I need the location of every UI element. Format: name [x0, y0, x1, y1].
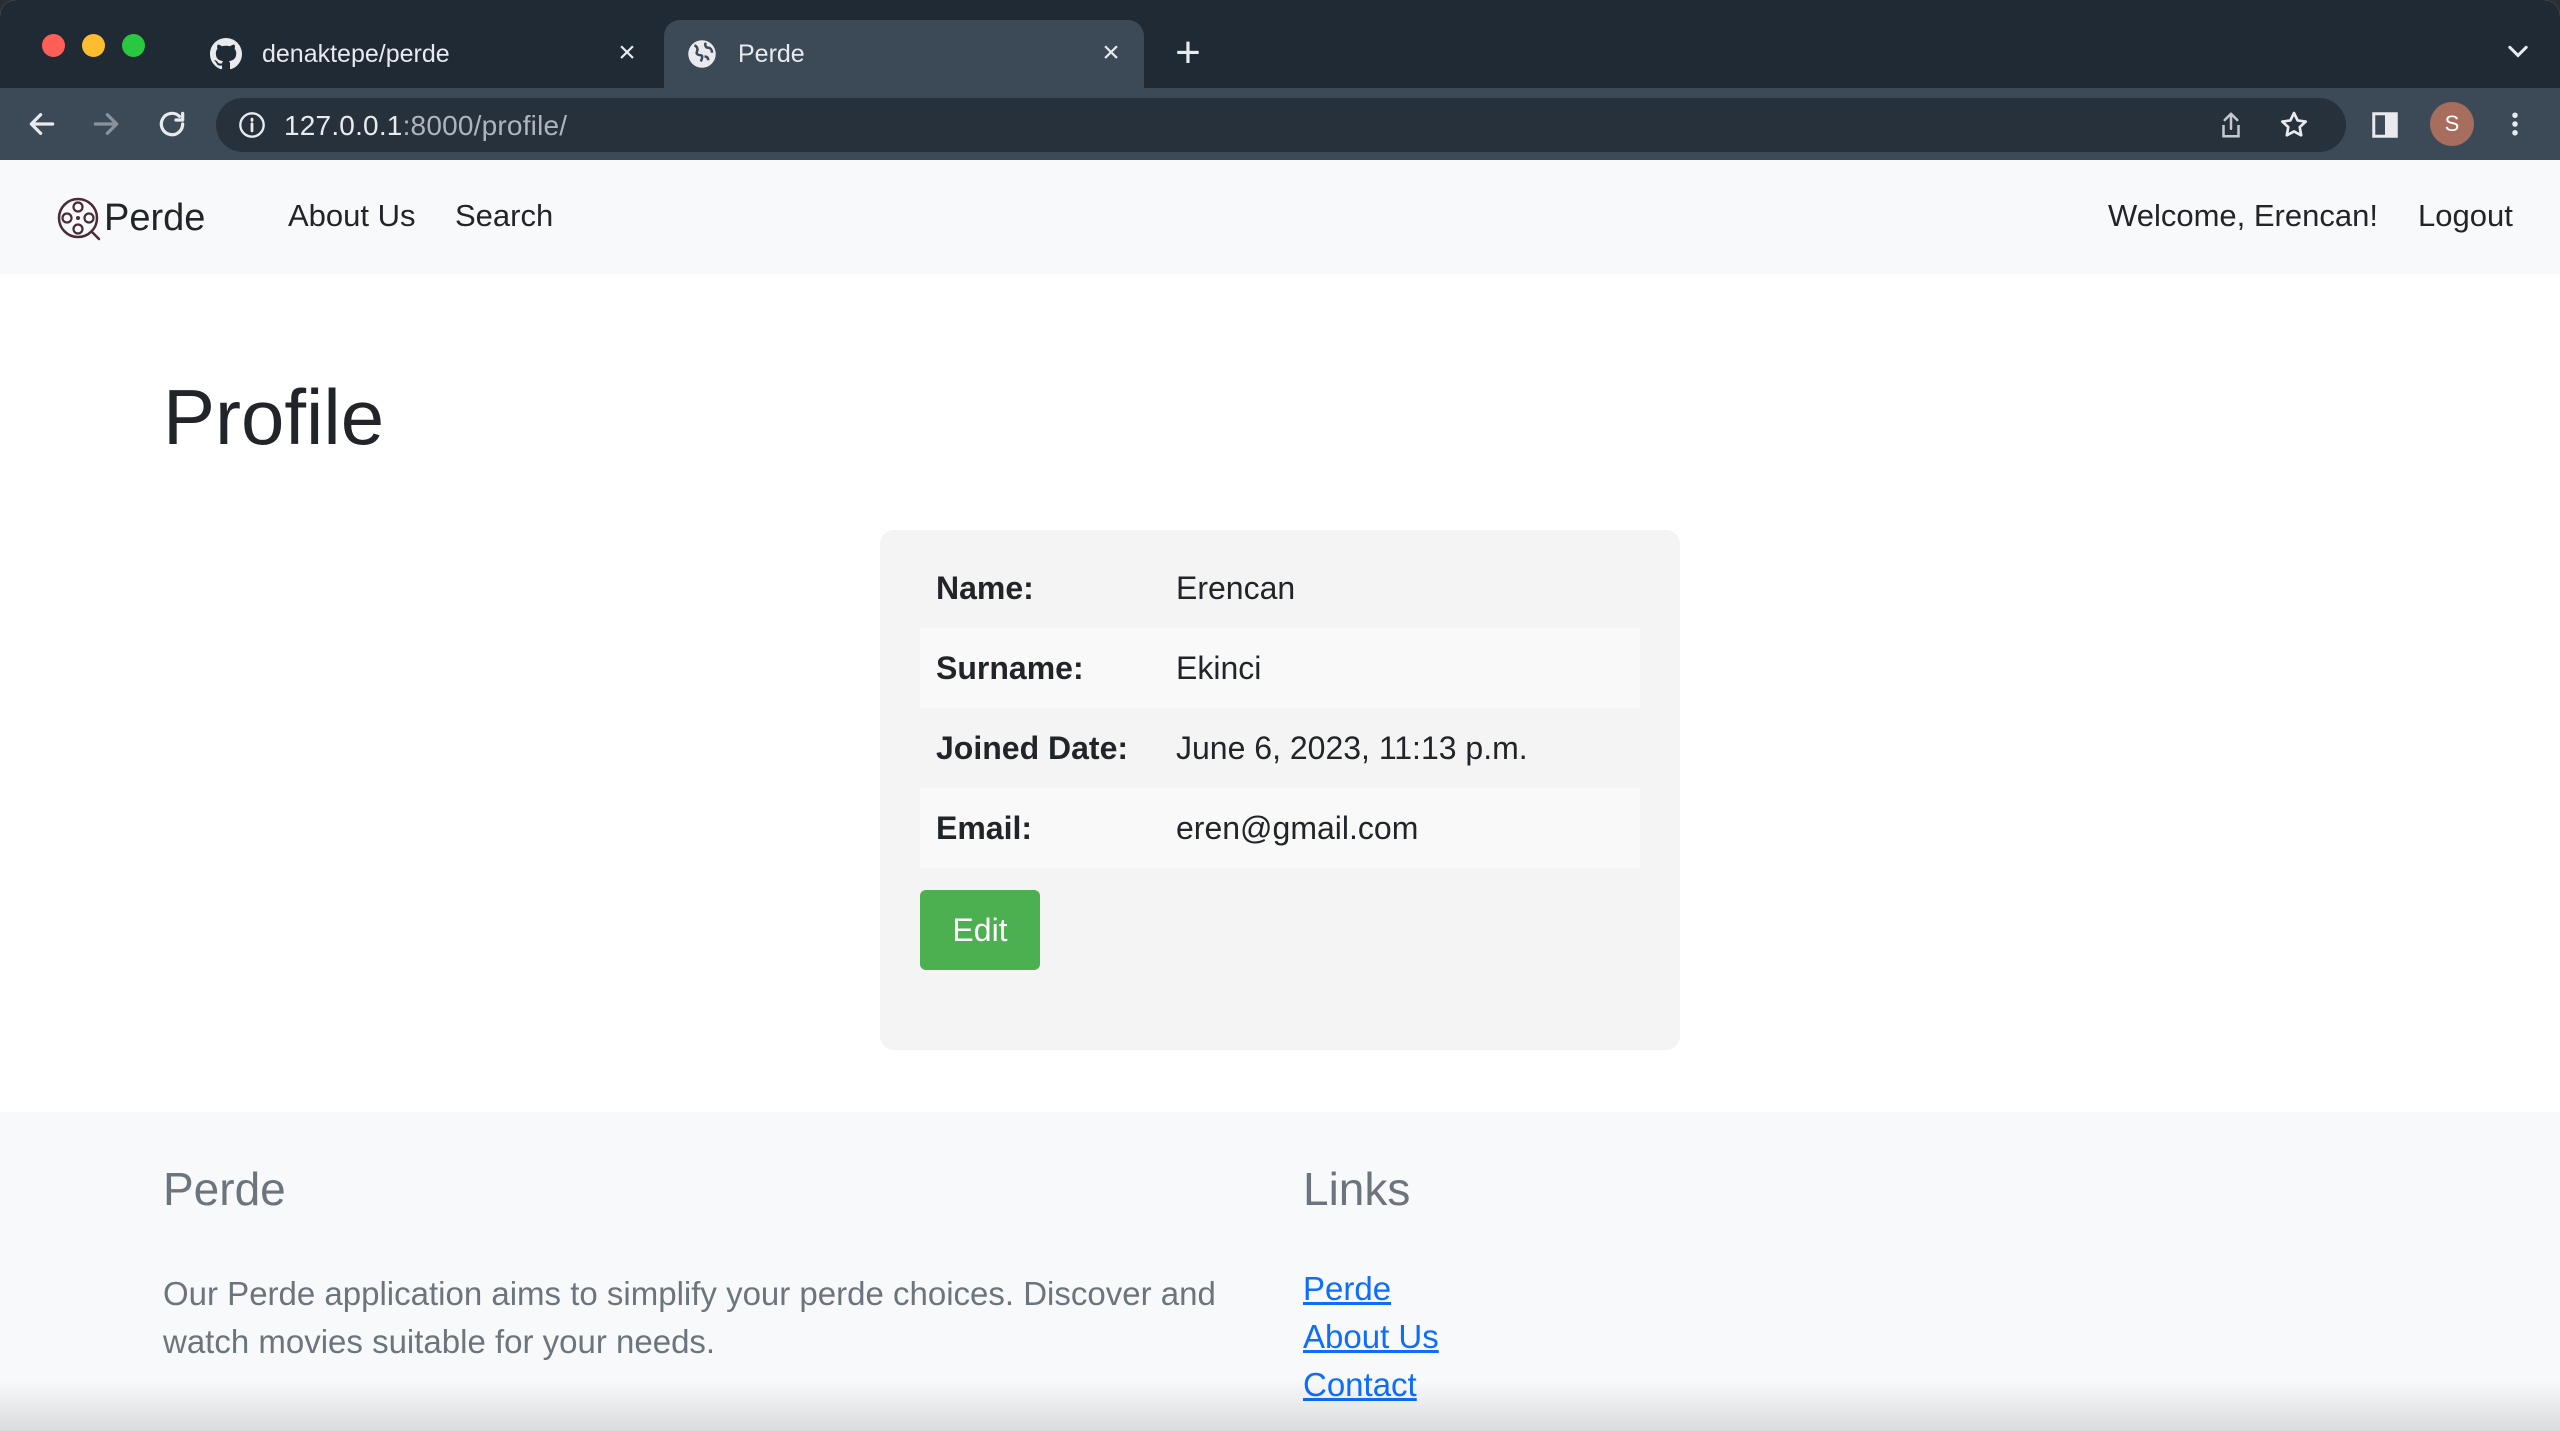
tab-title: denaktepe/perde [262, 39, 450, 68]
profile-row-name: Name: Erencan [920, 548, 1640, 628]
tab-github[interactable]: denaktepe/perde × [196, 20, 660, 88]
film-reel-icon [57, 197, 101, 241]
address-bar[interactable]: 127.0.0.1:8000/profile/ [216, 98, 2346, 152]
footer-links-title: Links [1303, 1163, 1411, 1215]
profile-avatar[interactable]: S [2430, 102, 2474, 146]
new-tab-button[interactable]: + [1168, 31, 1208, 75]
github-icon [210, 38, 242, 70]
close-tab-icon[interactable]: × [1096, 36, 1126, 69]
forward-button[interactable] [84, 102, 128, 146]
footer-title: Perde [163, 1163, 286, 1215]
globe-icon [686, 38, 718, 70]
browser-window: denaktepe/perde × Perde × + 127.0.0.1:80… [0, 0, 2560, 1431]
close-window-button[interactable] [42, 34, 65, 57]
brand-link[interactable]: Perde [54, 190, 205, 246]
reload-icon [159, 111, 185, 137]
field-value: Ekinci [1176, 649, 1262, 686]
field-label: Surname: [936, 649, 1084, 686]
minimize-window-button[interactable] [82, 34, 105, 57]
footer-link-perde[interactable]: Perde [1303, 1270, 1391, 1308]
back-button[interactable] [20, 102, 64, 146]
tab-title: Perde [738, 39, 805, 68]
profile-row-email: Email: eren@gmail.com [920, 788, 1640, 868]
browser-toolbar: 127.0.0.1:8000/profile/ S [0, 88, 2560, 160]
welcome-text: Welcome, Erencan! [2108, 198, 2378, 233]
footer-description: Our Perde application aims to simplify y… [163, 1275, 1216, 1360]
tab-strip: denaktepe/perde × Perde × + [0, 0, 2560, 88]
page-title: Profile [163, 373, 385, 461]
nav-about-us[interactable]: About Us [288, 198, 416, 234]
field-value: June 6, 2023, 11:13 p.m. [1176, 729, 1528, 766]
arrow-left-icon [29, 113, 55, 135]
reload-button[interactable] [150, 102, 194, 146]
field-label: Name: [936, 569, 1034, 606]
tab-perde[interactable]: Perde × [664, 20, 1144, 88]
info-icon[interactable] [238, 111, 266, 139]
field-value: eren@gmail.com [1176, 809, 1419, 846]
field-label: Email: [936, 809, 1033, 846]
nav-search[interactable]: Search [455, 198, 553, 234]
bookmark-star-icon[interactable] [2278, 109, 2310, 141]
profile-card: Name: Erencan Surname: Ekinci Joined Dat… [880, 530, 1680, 1050]
profile-row-joined-date: Joined Date: June 6, 2023, 11:13 p.m. [920, 708, 1640, 788]
edit-profile-button[interactable]: Edit [920, 890, 1040, 970]
profile-row-surname: Surname: Ekinci [920, 628, 1640, 708]
url-text[interactable]: 127.0.0.1:8000/profile/ [284, 110, 567, 142]
close-tab-icon[interactable]: × [612, 36, 642, 69]
field-label: Joined Date: [936, 729, 1129, 766]
window-bottom-shadow [0, 1380, 2560, 1431]
field-value: Erencan [1176, 569, 1296, 606]
side-panel-icon[interactable] [2370, 110, 2400, 140]
arrow-right-icon [93, 113, 119, 135]
site-navbar: Perde About Us Search Welcome, Erencan! … [0, 160, 2560, 274]
url-path: :8000/profile/ [402, 110, 568, 141]
footer-link-about-us[interactable]: About Us [1303, 1318, 1439, 1356]
maximize-window-button[interactable] [122, 34, 145, 57]
share-icon[interactable] [2216, 110, 2246, 140]
url-host: 127.0.0.1 [284, 110, 403, 141]
logout-link[interactable]: Logout [2418, 198, 2513, 234]
page-content: Perde About Us Search Welcome, Erencan! … [0, 160, 2560, 1431]
brand-name: Perde [104, 196, 206, 239]
chevron-down-icon[interactable] [2504, 38, 2532, 66]
more-options-icon[interactable] [2500, 106, 2530, 142]
